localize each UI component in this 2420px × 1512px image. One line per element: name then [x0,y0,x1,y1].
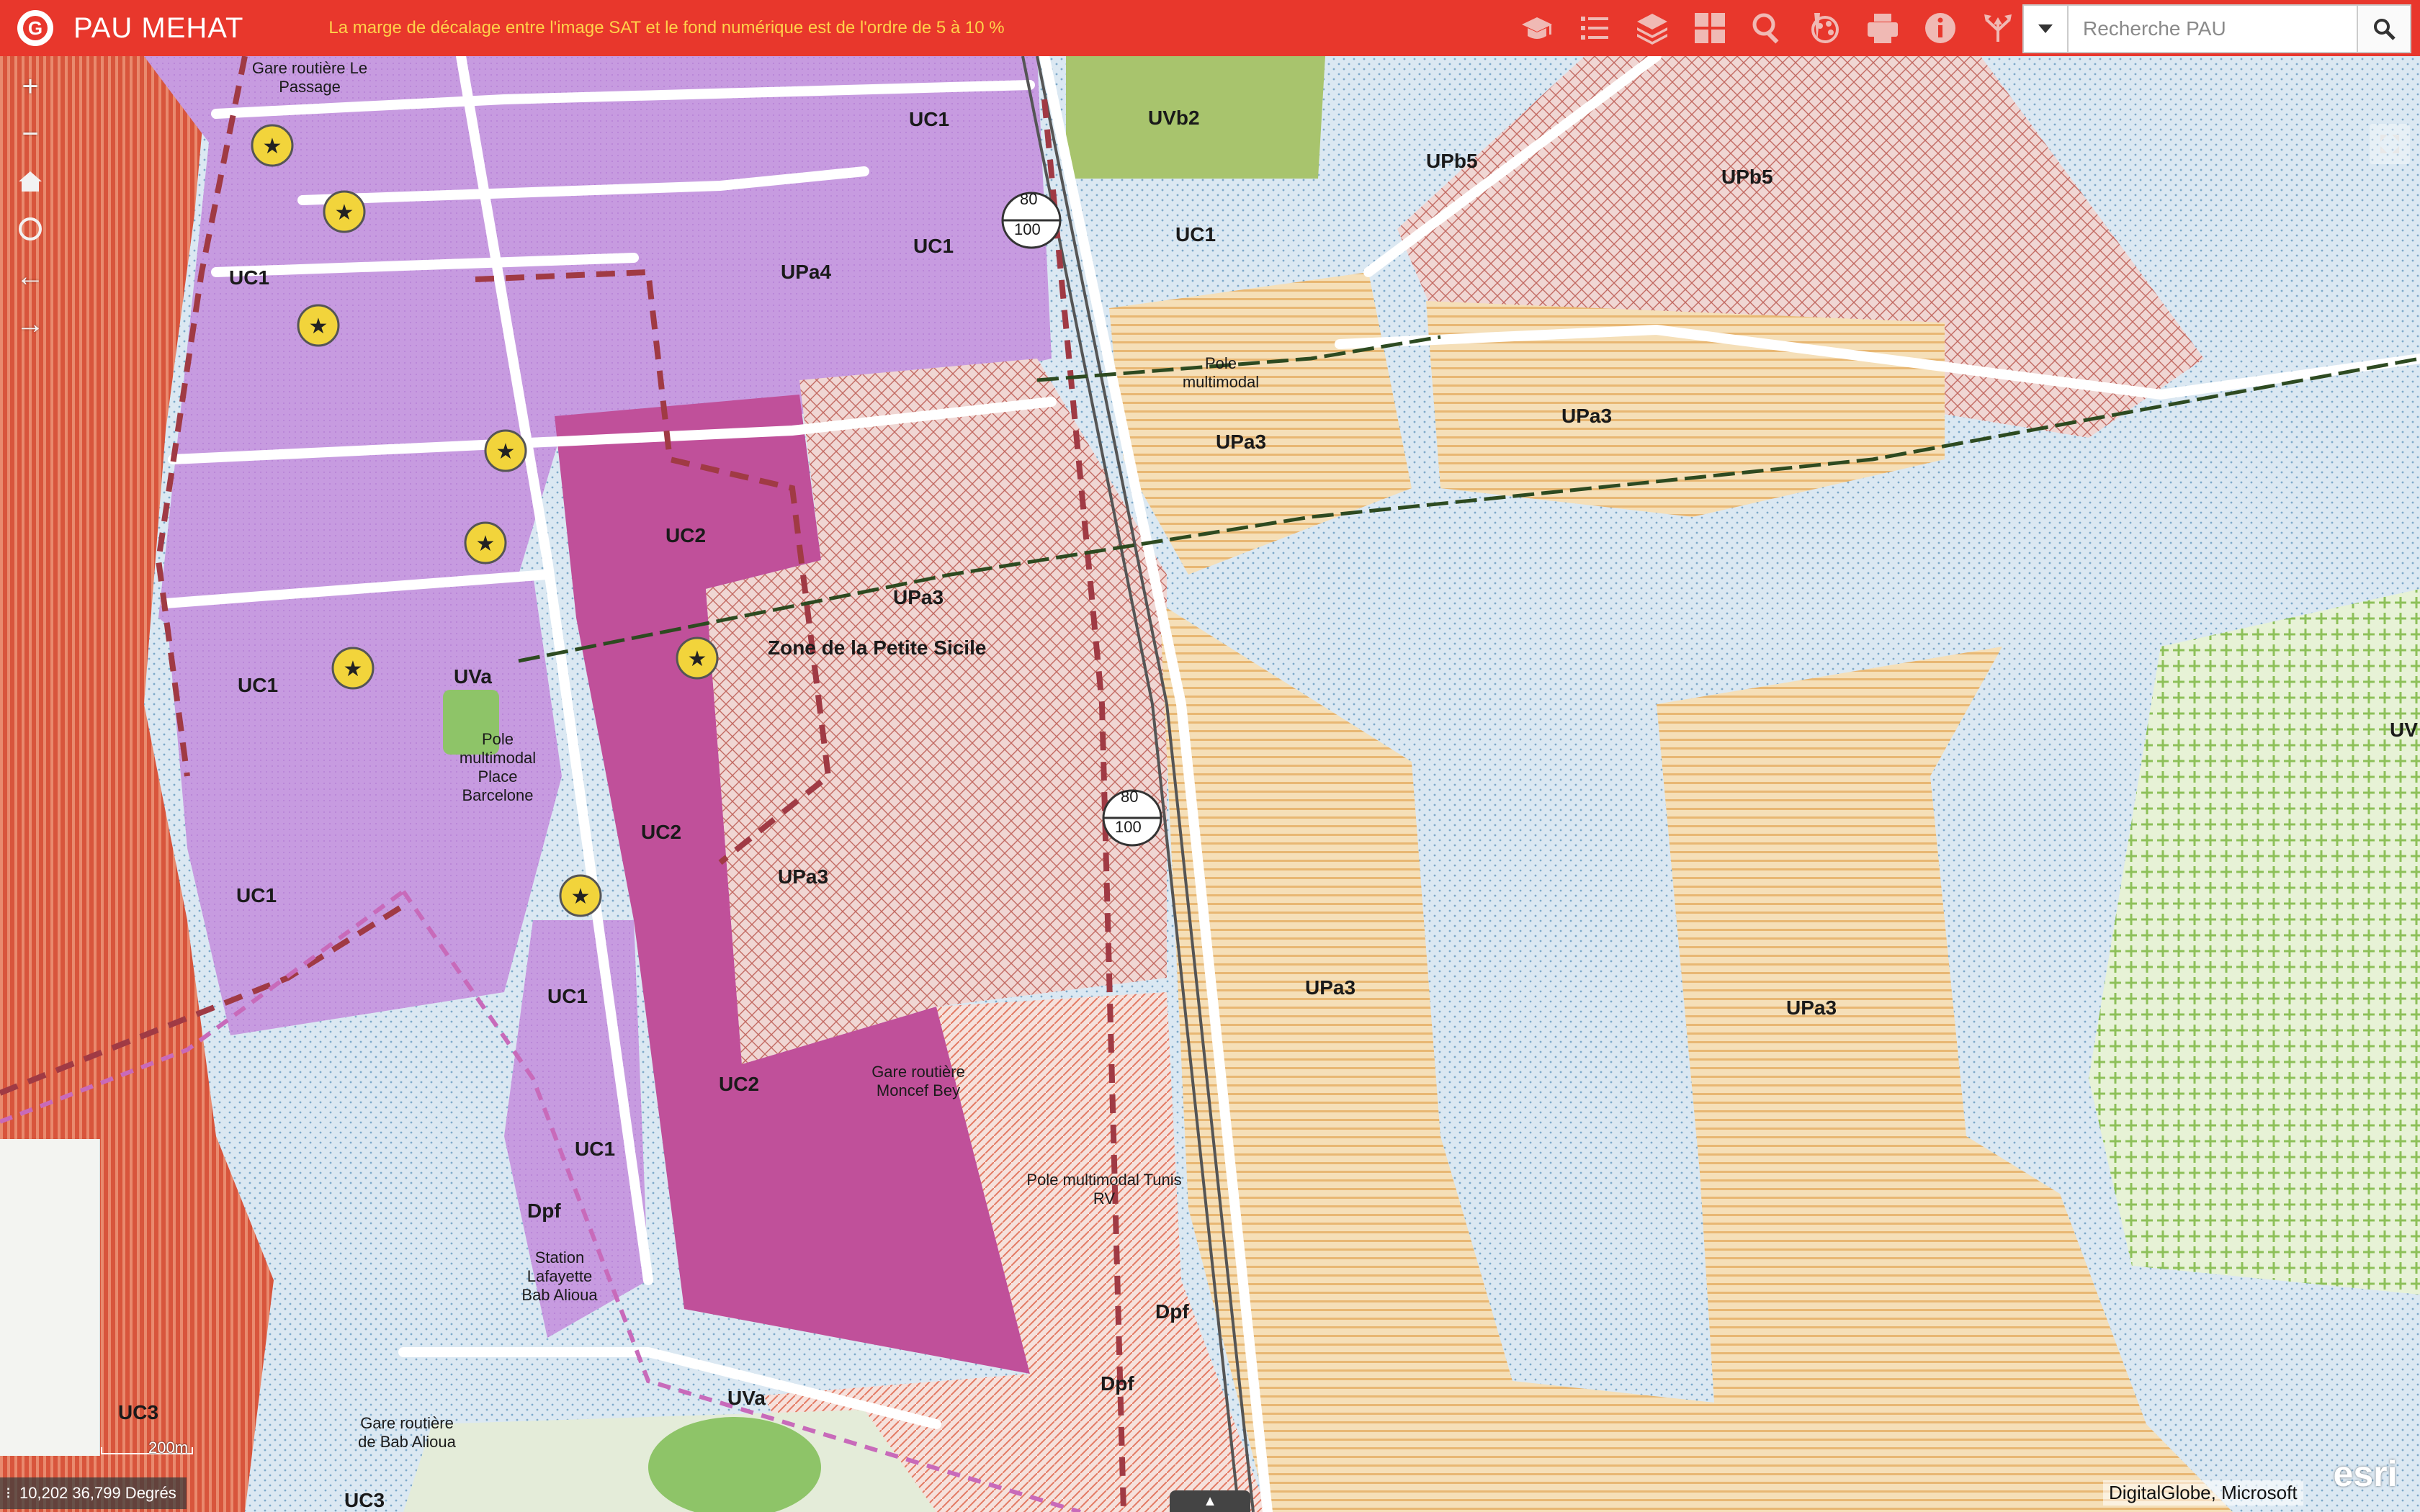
zone-label: Dpf [527,1200,561,1222]
search-icon [2374,19,2396,40]
svg-text:★: ★ [571,884,591,909]
scale-bar: 200m [101,1439,194,1457]
locate-icon [19,217,42,240]
zone-label: UPa3 [1216,431,1267,453]
zone-label: UC1 [575,1138,616,1160]
coordinate-mode-icon: ⁝ [6,1484,11,1502]
zone-label: UPb5 [1721,166,1773,188]
header-subtitle: La marge de décalage entre l'image SAT e… [328,18,1005,37]
search-group [2022,4,2411,53]
svg-text:★: ★ [476,531,496,557]
zone-label: UC1 [913,235,954,257]
chevron-up-icon: ▲ [1203,1493,1217,1509]
speed-sign-label: 100 [1115,818,1142,836]
locate-button[interactable] [10,209,50,249]
speed-sign-label: 80 [1020,190,1038,208]
zone-label: UC1 [238,674,279,696]
legend-list-icon[interactable] [1566,0,1623,56]
speed-sign-label: 100 [1014,220,1041,238]
zone-label: UC1 [1175,223,1216,246]
speed-sign-label: 80 [1121,788,1139,806]
svg-text:★: ★ [335,200,354,225]
coordinates-readout[interactable]: ⁝ 10,202 36,799 Degrés [0,1477,187,1509]
coordinates-text: 10,202 36,799 Degrés [19,1484,176,1502]
zone-label: UPb5 [1426,150,1478,172]
zoom-in-button[interactable]: + [10,66,50,107]
basemap-grid-icon[interactable] [1681,0,1739,56]
share-icon[interactable] [1969,0,2027,56]
layers-icon[interactable] [1623,0,1681,56]
about-hat-icon[interactable] [1508,0,1566,56]
zone-label: UC3 [344,1489,385,1511]
search-source-dropdown[interactable] [2024,6,2069,52]
zone-label: UC3 [118,1401,159,1423]
zoning-map: ★ ★ ★ ★ ★ ★ ★ ★ [0,56,2420,1512]
zone-label: UPa3 [778,865,829,888]
zone-label: Pole multimodal Tunis RV [1026,1171,1182,1207]
svg-text:★: ★ [496,439,516,464]
zone-label: UPa3 [1305,976,1356,999]
zone-label: Dpf [1101,1372,1134,1395]
svg-text:★: ★ [309,314,328,339]
svg-text:★: ★ [344,657,363,682]
home-button[interactable] [10,161,50,202]
svg-text:★: ★ [263,134,282,159]
zone-label: Pole multimodal Place Barcelone [459,730,537,804]
zone-label: Station Lafayette Bab Alioua [521,1248,598,1304]
print-icon[interactable] [1854,0,1912,56]
overview-toggle-button[interactable] [2370,124,2410,164]
search-button[interactable] [2357,6,2410,52]
scale-label: 200m [148,1439,189,1457]
zone-label: UPa3 [1561,405,1613,427]
measure-search-icon[interactable] [1739,0,1796,56]
map-attribution: DigitalGlobe, Microsoft [2103,1480,2303,1506]
zone-label: UPa3 [1786,996,1837,1019]
zone-label: UC1 [229,266,270,289]
map-view[interactable]: ★ ★ ★ ★ ★ ★ ★ ★ UC1 UVb2 UPb5 UPb5 UC1 UC1 UP… [0,56,2420,1512]
toolbar [1508,0,2027,56]
chevron-down-icon [2038,24,2053,33]
zone-label: Gare routière Moncef Bey [871,1063,965,1099]
zone-label: Zone de la Petite Sicile [768,636,987,659]
bottom-panel-toggle[interactable]: ▲ [1170,1490,1250,1512]
zone-label: Gare routière Le Passage [251,59,368,96]
zone-label: UC1 [236,884,277,906]
app-logo-icon: G [17,10,53,46]
app-title: PAU MEHAT [73,12,244,44]
zone-label: UC2 [719,1073,760,1095]
zoom-out-button[interactable]: − [10,114,50,154]
zone-label: Pole multimodal [1182,354,1260,391]
zone-label: UC1 [909,108,950,130]
overview-map-panel [0,1139,100,1456]
expand-icon [2380,135,2399,153]
app-header: G PAU MEHAT La marge de décalage entre l… [0,0,2420,56]
zone-label: UPa3 [893,586,944,608]
esri-logo: esri [2333,1454,2398,1494]
zone-label: UC2 [666,524,707,546]
info-icon[interactable] [1912,0,1969,56]
zone-label: UC1 [547,985,588,1007]
next-extent-button[interactable]: → [10,304,50,344]
zone-label: UC2 [641,821,682,843]
zone-label: Gare routière de Bab Alioua [358,1414,456,1451]
zone-label: Dpf [1155,1300,1189,1323]
search-input[interactable] [2069,6,2357,52]
svg-text:★: ★ [688,647,707,672]
zone-label: UVa [727,1387,766,1409]
zone-label: UPa4 [781,261,832,283]
zone-label: UVa [454,665,492,688]
zone-label: UV [2390,719,2418,741]
draw-tool-icon[interactable] [1796,0,1854,56]
home-icon [19,171,42,192]
zone-label: UVb2 [1148,107,1200,129]
previous-extent-button[interactable]: ← [10,256,50,297]
